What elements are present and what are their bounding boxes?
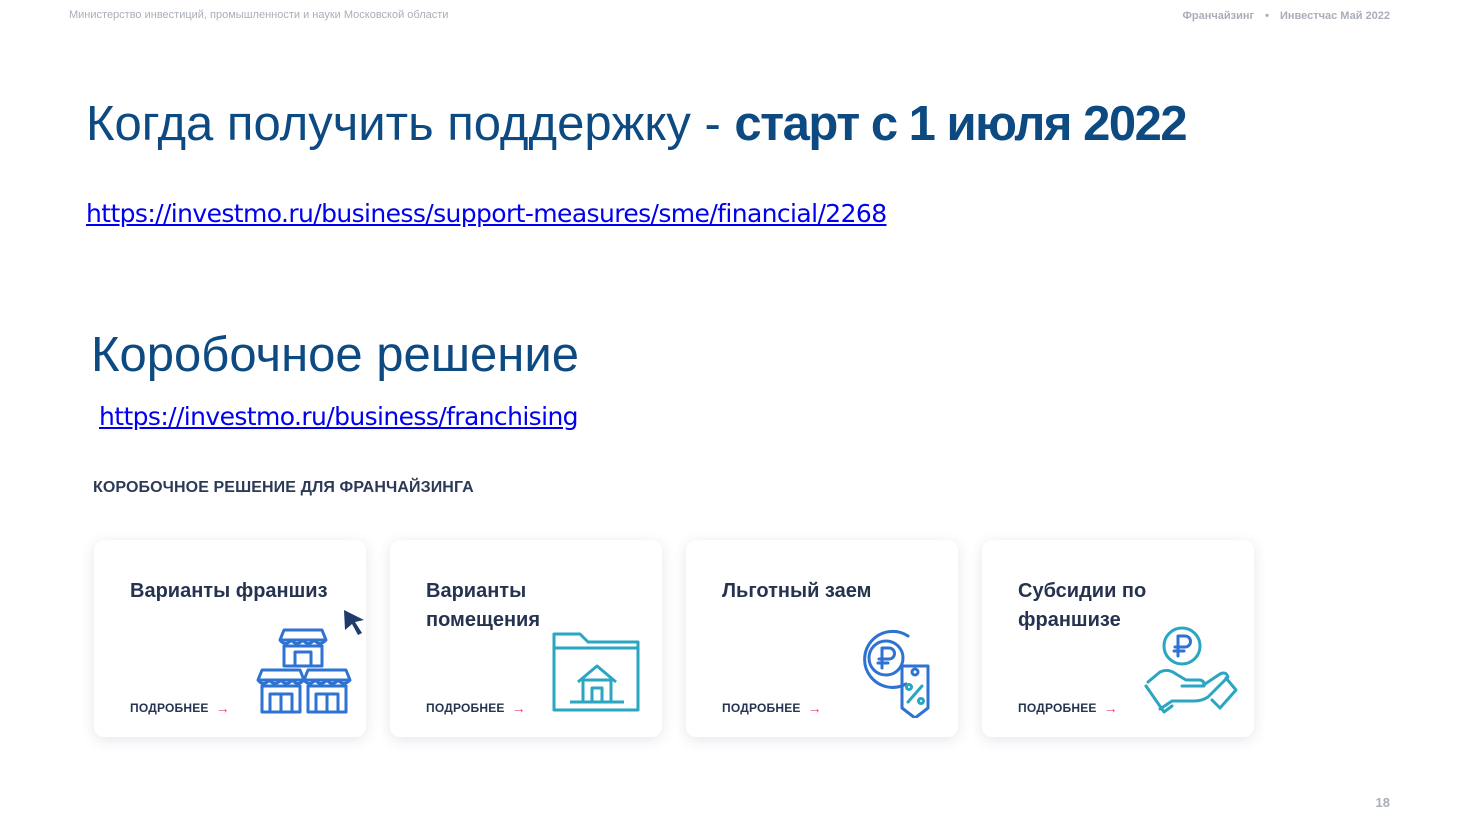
topic-label: Франчайзинг: [1182, 10, 1255, 22]
mouse-cursor-icon: [344, 610, 364, 635]
folder-house-icon: [552, 632, 640, 712]
card-premises-options[interactable]: Варианты помещения ПОДРОБНЕЕ →: [390, 540, 662, 737]
card-franchise-options[interactable]: Варианты франшиз ПОДРОБНЕЕ →: [94, 540, 366, 737]
support-measures-link[interactable]: https://investmo.ru/business/support-mea…: [86, 199, 887, 228]
page-title: Когда получить поддержку - старт с 1 июл…: [86, 96, 1188, 152]
arrow-right-icon: →: [807, 700, 822, 716]
card-title: Варианты франшиз: [130, 580, 328, 602]
more-link[interactable]: ПОДРОБНЕЕ →: [722, 700, 822, 716]
section-heading: КОРОБОЧНОЕ РЕШЕНИЕ ДЛЯ ФРАНЧАЙЗИНГА: [93, 479, 474, 496]
ministry-label: Министерство инвестиций, промышленности …: [69, 9, 449, 21]
page-number: 18: [1375, 795, 1390, 810]
more-link[interactable]: ПОДРОБНЕЕ →: [130, 700, 230, 716]
subtitle: Коробочное решение: [91, 328, 579, 382]
event-label: Инвестчас Май 2022: [1279, 10, 1390, 22]
more-label: ПОДРОБНЕЕ: [426, 701, 505, 715]
card-preferential-loan[interactable]: Льготный заем ПОДРОБНЕЕ →: [686, 540, 958, 737]
card-franchise-subsidies[interactable]: Субсидии по франшизе ПОДРОБНЕЕ →: [982, 540, 1254, 737]
card-title: Варианты помещения: [426, 580, 540, 631]
shops-icon: [256, 628, 352, 714]
more-label: ПОДРОБНЕЕ: [722, 701, 801, 715]
more-link[interactable]: ПОДРОБНЕЕ →: [1018, 700, 1118, 716]
cards-row: Варианты франшиз ПОДРОБНЕЕ → Варианты по…: [94, 540, 1254, 737]
more-label: ПОДРОБНЕЕ: [130, 701, 209, 715]
ruble-coin-tag-icon: [863, 629, 930, 718]
title-bold: старт с 1 июля 2022: [734, 97, 1187, 151]
header-separator: •: [1265, 10, 1269, 22]
more-link[interactable]: ПОДРОБНЕЕ →: [426, 700, 526, 716]
more-label: ПОДРОБНЕЕ: [1018, 701, 1097, 715]
arrow-right-icon: →: [1103, 700, 1118, 716]
arrow-right-icon: →: [511, 700, 526, 716]
header-meta: Франчайзинг • Инвестчас Май 2022: [1183, 10, 1390, 22]
card-title: Льготный заем: [722, 580, 872, 602]
franchising-link[interactable]: https://investmo.ru/business/franchising: [99, 402, 579, 431]
arrow-right-icon: →: [215, 700, 230, 716]
hand-ruble-icon: [1144, 626, 1238, 714]
title-regular: Когда получить поддержку -: [86, 97, 735, 151]
